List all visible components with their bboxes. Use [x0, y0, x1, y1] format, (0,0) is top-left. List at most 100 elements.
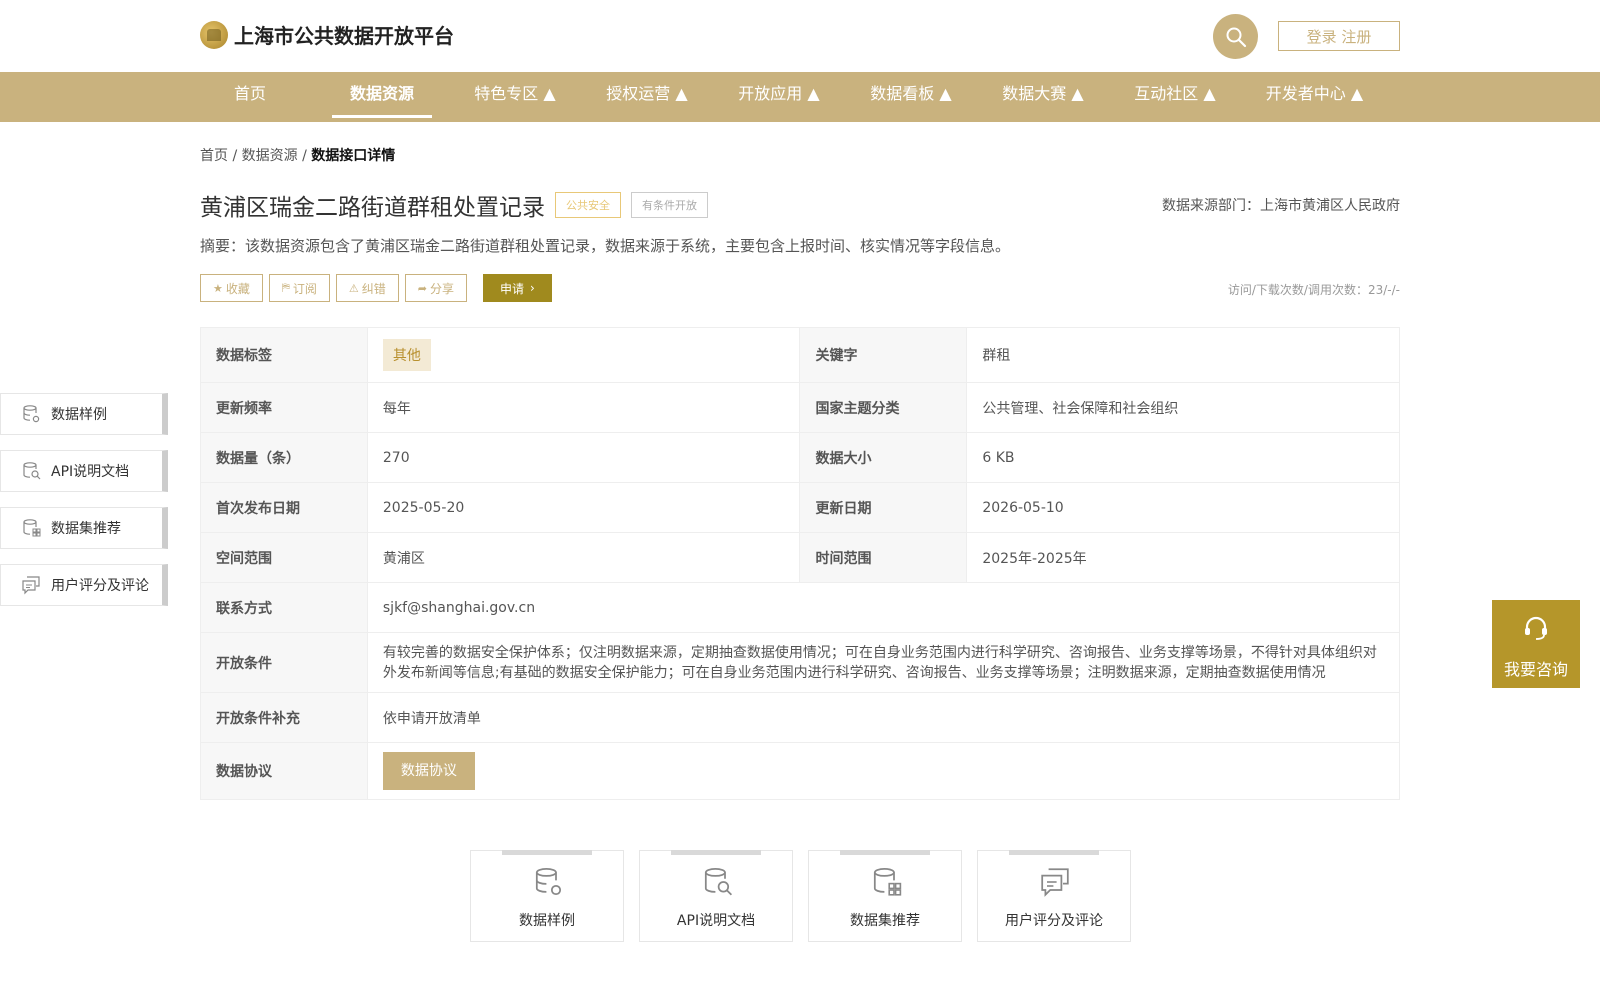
data-source-dept: 数据来源部门：上海市黄浦区人民政府: [1162, 198, 1400, 214]
open-type-tag: 有条件开放: [631, 192, 708, 218]
side-nav-label: 用户评分及评论: [51, 578, 149, 594]
time-label: 时间范围: [799, 532, 968, 583]
collect-button[interactable]: ★ 收藏: [200, 274, 263, 302]
nav-authorized-operation[interactable]: 授权运营 ▲: [602, 72, 692, 122]
nav-data-contest[interactable]: 数据大赛 ▲: [998, 72, 1088, 122]
database-grid-icon: [873, 867, 902, 896]
breadcrumb-sep: /: [232, 148, 238, 164]
report-error-button[interactable]: ⚠ 纠错: [335, 274, 399, 302]
site-logo[interactable]: 上海市公共数据开放平台: [200, 20, 454, 49]
breadcrumb-current: 数据接口详情: [311, 148, 396, 164]
consult-label: 我要咨询: [1503, 660, 1568, 679]
headset-icon: [1525, 616, 1547, 640]
data-tag-chip[interactable]: 其他: [382, 339, 431, 371]
side-nav-recommend[interactable]: 数据集推荐: [0, 507, 168, 549]
first-pub-value: 2025-05-20: [366, 482, 801, 533]
table-row: 开放条件补充 依申请开放清单: [200, 692, 1401, 743]
comment-icon: [1041, 868, 1069, 897]
keyword-label: 关键字: [799, 327, 968, 383]
comment-icon: [22, 576, 40, 595]
consult-button[interactable]: 我要咨询: [1492, 600, 1580, 688]
logo-icon: [200, 20, 228, 49]
collect-label: 收藏: [225, 281, 250, 296]
dataset-info-table: 数据标签 其他 关键字 群租 更新频率 每年 国家主题分类 公共管理、社会保障和…: [200, 327, 1401, 800]
table-row: 数据标签 其他 关键字 群租: [200, 327, 1400, 383]
contact-value: sjkf@shanghai.gov.cn: [366, 582, 1401, 633]
side-nav-data-sample[interactable]: 数据样例: [0, 393, 168, 435]
card-api-doc[interactable]: API说明文档: [639, 850, 793, 942]
database-gear-icon: [23, 405, 40, 423]
table-row: 数据量（条） 270 数据大小 6 KB: [200, 432, 1400, 483]
site-header: 上海市公共数据开放平台 登录 注册: [0, 0, 1600, 72]
table-row: 数据协议 数据协议: [200, 742, 1401, 800]
apply-label: 申请: [500, 281, 525, 296]
condition-label: 开放条件: [200, 632, 368, 693]
bookmark-icon: ⛿: [281, 281, 290, 294]
breadcrumb-home[interactable]: 首页: [200, 148, 228, 164]
count-label: 数据量（条）: [200, 432, 368, 483]
theme-label: 国家主题分类: [799, 382, 968, 433]
share-label: 分享: [430, 281, 455, 296]
share-icon: ➦: [417, 281, 428, 295]
page-title: 黄浦区瑞金二路街道群租处置记录: [200, 195, 545, 221]
breadcrumb-resources[interactable]: 数据资源: [242, 148, 298, 164]
protocol-label: 数据协议: [200, 742, 368, 800]
login-register-button[interactable]: 登录 注册: [1278, 21, 1400, 51]
size-value: 6 KB: [966, 432, 1400, 483]
report-label: 纠错: [361, 281, 386, 296]
share-button[interactable]: ➦ 分享: [404, 274, 468, 302]
chevron-right-icon: ›: [530, 281, 535, 295]
side-nav-api-doc[interactable]: API说明文档: [0, 450, 168, 492]
nav-developer-center[interactable]: 开发者中心 ▲: [1262, 72, 1367, 122]
card-data-sample[interactable]: 数据样例: [470, 850, 624, 942]
table-row: 更新频率 每年 国家主题分类 公共管理、社会保障和社会组织: [200, 382, 1400, 433]
table-row: 首次发布日期 2025-05-20 更新日期 2026-05-10: [200, 482, 1400, 533]
contact-label: 联系方式: [200, 582, 368, 633]
card-label: 数据集推荐: [850, 913, 920, 929]
search-icon: [1226, 27, 1246, 47]
count-value: 270: [366, 432, 801, 483]
nav-data-resources[interactable]: 数据资源: [332, 72, 432, 122]
card-recommend[interactable]: 数据集推荐: [808, 850, 962, 942]
database-gear-icon: [535, 867, 562, 896]
supplement-value: 依申请开放清单: [366, 692, 1401, 743]
condition-value: 有较完善的数据安全保护体系；仅注明数据来源，定期抽查数据使用情况；可在自身业务范…: [366, 632, 1401, 693]
nav-home[interactable]: 首页: [225, 72, 275, 122]
side-nav-comments[interactable]: 用户评分及评论: [0, 564, 168, 606]
apply-button[interactable]: 申请 ›: [483, 274, 552, 302]
search-button[interactable]: [1213, 14, 1258, 59]
space-value: 黄浦区: [366, 532, 801, 583]
site-title: 上海市公共数据开放平台: [234, 24, 454, 48]
nav-open-apps[interactable]: 开放应用 ▲: [734, 72, 824, 122]
action-bar: ★ 收藏 ⛿ 订阅 ⚠ 纠错 ➦ 分享 申请 ›: [200, 274, 558, 302]
tag-label: 数据标签: [200, 327, 368, 383]
update-label: 更新日期: [799, 482, 968, 533]
security-tag: 公共安全: [555, 192, 621, 218]
subscribe-button[interactable]: ⛿ 订阅: [268, 274, 330, 302]
side-nav-label: 数据集推荐: [51, 521, 121, 537]
data-protocol-button[interactable]: 数据协议: [382, 752, 475, 790]
dataset-title-row: 黄浦区瑞金二路街道群租处置记录 公共安全 有条件开放: [200, 188, 708, 222]
main-nav: 首页 数据资源 特色专区 ▲ 授权运营 ▲ 开放应用 ▲ 数据看板 ▲ 数据大赛…: [0, 72, 1600, 122]
freq-label: 更新频率: [200, 382, 368, 433]
update-value: 2026-05-10: [966, 482, 1400, 533]
database-grid-icon: [23, 519, 41, 537]
doc-search-icon: [23, 462, 41, 480]
table-row: 联系方式 sjkf@shanghai.gov.cn: [200, 582, 1401, 633]
card-comments[interactable]: 用户评分及评论: [977, 850, 1131, 942]
time-value: 2025年-2025年: [966, 532, 1400, 583]
breadcrumb: 首页 / 数据资源 / 数据接口详情: [200, 145, 395, 165]
space-label: 空间范围: [200, 532, 368, 583]
table-row: 空间范围 黄浦区 时间范围 2025年-2025年: [200, 532, 1400, 583]
supplement-label: 开放条件补充: [200, 692, 368, 743]
breadcrumb-sep: /: [302, 148, 307, 164]
size-label: 数据大小: [799, 432, 968, 483]
nav-community[interactable]: 互动社区 ▲: [1130, 72, 1220, 122]
nav-data-dashboard[interactable]: 数据看板 ▲: [866, 72, 956, 122]
table-row: 开放条件 有较完善的数据安全保护体系；仅注明数据来源，定期抽查数据使用情况；可在…: [200, 632, 1401, 693]
side-nav-label: 数据样例: [51, 407, 107, 423]
nav-special-zone[interactable]: 特色专区 ▲: [470, 72, 560, 122]
card-label: 数据样例: [519, 913, 575, 929]
warning-icon: ⚠: [348, 281, 359, 295]
keyword-value: 群租: [966, 327, 1400, 383]
